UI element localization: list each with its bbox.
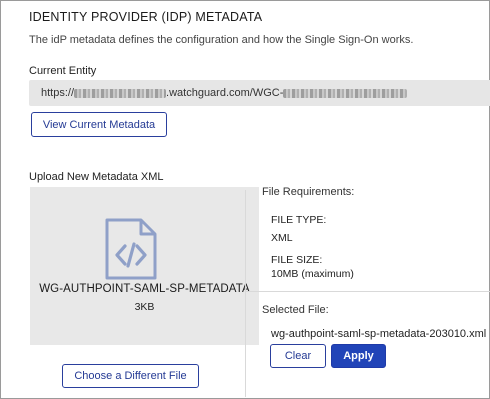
- current-entity-label: Current Entity: [29, 65, 97, 77]
- file-size-value: 10MB (maximum): [271, 268, 354, 280]
- uploaded-file-name: WG-AUTHPOINT-SAML-SP-METADATA: [39, 283, 250, 295]
- entity-url-prefix: https://: [41, 87, 75, 99]
- file-type-label: FILE TYPE:: [271, 214, 327, 226]
- selected-file-label: Selected File:: [262, 304, 329, 316]
- selected-file-value: wg-authpoint-saml-sp-metadata-203010.xml: [271, 328, 487, 340]
- upload-label: Upload New Metadata XML: [29, 171, 164, 183]
- xml-file-icon: [105, 218, 157, 280]
- section-title: IDENTITY PROVIDER (IDP) METADATA: [29, 10, 263, 24]
- entity-url-middle: .watchguard.com/WGC-: [166, 87, 284, 99]
- current-entity-value: https:// .watchguard.com/WGC-: [41, 87, 408, 99]
- horizontal-divider: [246, 291, 490, 292]
- view-current-metadata-button[interactable]: View Current Metadata: [31, 112, 167, 137]
- vertical-divider: [245, 190, 246, 397]
- uploaded-file-size: 3KB: [134, 301, 155, 313]
- apply-button[interactable]: Apply: [331, 344, 386, 368]
- file-requirements-label: File Requirements:: [262, 186, 355, 198]
- redacted-host: [74, 88, 167, 98]
- redacted-id: [283, 88, 408, 98]
- clear-button[interactable]: Clear: [270, 344, 326, 368]
- file-size-label: FILE SIZE:: [271, 254, 323, 266]
- section-description: The idP metadata defines the configurati…: [29, 34, 414, 46]
- file-type-value: XML: [271, 232, 293, 244]
- choose-different-file-button[interactable]: Choose a Different File: [62, 364, 199, 388]
